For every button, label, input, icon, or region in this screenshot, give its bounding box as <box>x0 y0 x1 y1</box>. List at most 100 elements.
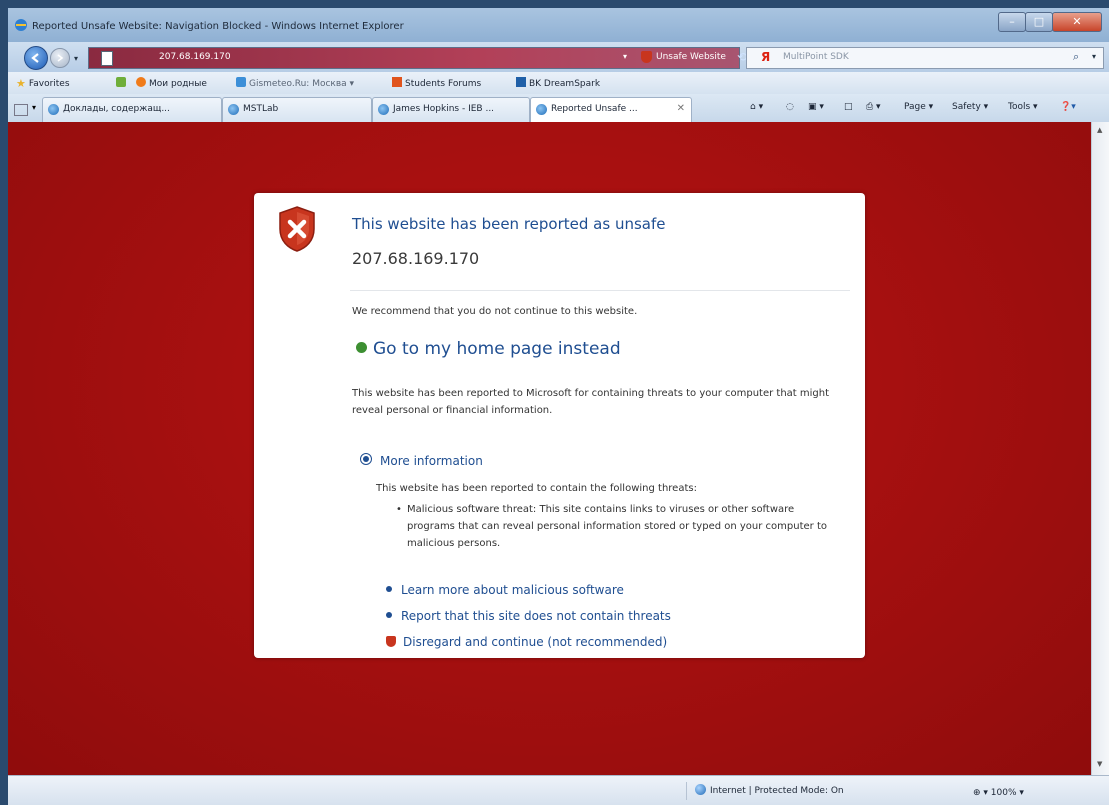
disregard-label: Disregard and continue (not recommended) <box>403 635 668 649</box>
tab-label: Доклады, содержащ... <box>63 104 170 114</box>
star-icon: ★ <box>16 77 26 90</box>
forward-button[interactable] <box>50 48 70 68</box>
scroll-up-icon[interactable]: ▲ <box>1097 126 1102 134</box>
more-information-label: More information <box>380 454 483 468</box>
close-window-button[interactable]: ✕ <box>1052 12 1102 32</box>
bullet-icon <box>386 586 392 592</box>
favorite-label: Students Forums <box>405 79 482 89</box>
feeds-icon[interactable]: ◌ <box>786 102 794 112</box>
back-arrow-icon <box>31 53 39 63</box>
dreamspark-favicon-icon <box>516 77 526 87</box>
minimize-button[interactable]: – <box>998 12 1026 32</box>
unsafe-warning-panel: This website has been reported as unsafe… <box>254 193 865 658</box>
zoom-level: 100% <box>990 788 1017 798</box>
unsafe-badge-label: Unsafe Website <box>656 52 726 62</box>
home-icon[interactable]: ⌂ ▾ <box>750 102 763 112</box>
tab-label: Reported Unsafe ... <box>551 104 638 114</box>
threats-intro: This website has been reported to contai… <box>376 483 697 494</box>
stop-page-icon[interactable]: □ <box>844 102 853 112</box>
tab-mstlab[interactable]: MSTLab <box>222 97 372 122</box>
internet-zone-icon <box>695 784 706 795</box>
recent-pages-dropdown[interactable]: ▾ <box>74 54 78 63</box>
disregard-continue-link[interactable]: Disregard and continue (not recommended) <box>386 635 667 649</box>
ie-page-icon <box>536 104 547 115</box>
threat-detail: • Malicious software threat: This site co… <box>396 501 827 552</box>
collapse-icon <box>360 453 372 465</box>
tab-label: MSTLab <box>243 104 279 114</box>
maximize-button[interactable]: □ <box>1025 12 1053 32</box>
warning-headline: This website has been reported as unsafe <box>352 215 666 233</box>
tab-doklady[interactable]: Доклады, содержащ... <box>42 97 222 122</box>
tab-label: James Hopkins - IEB ... <box>393 104 495 114</box>
favorite-label: BK DreamSpark <box>529 79 601 89</box>
favorite-link-gismeteo[interactable]: Gismeteo.Ru: Москва ▾ <box>236 77 354 89</box>
add-to-favorites-icon <box>116 77 126 87</box>
read-mail-icon[interactable]: ▣ ▾ <box>808 102 824 112</box>
security-zone-label: Internet | Protected Mode: On <box>710 786 844 796</box>
scroll-down-icon[interactable]: ▼ <box>1097 760 1102 768</box>
zoom-control[interactable]: ⊕ ▾ 100% ▾ <box>973 788 1024 798</box>
favorites-label: Favorites <box>28 79 70 89</box>
bullet-icon: • <box>396 504 402 515</box>
search-placeholder[interactable]: MultiPoint SDK <box>783 52 849 62</box>
recommendation-text: We recommend that you do not continue to… <box>352 306 638 317</box>
tab-bar: ▾ Доклады, содержащ... MSTLab James Hopk… <box>8 94 1109 123</box>
weather-favicon-icon <box>236 77 246 87</box>
home-favicon-icon <box>136 77 146 87</box>
safety-menu[interactable]: Safety ▾ <box>952 102 988 112</box>
ie-page-icon <box>228 104 239 115</box>
add-favorites-icon[interactable] <box>116 77 129 89</box>
ie-logo-icon <box>15 19 27 31</box>
help-icon[interactable]: ❓▾ <box>1060 102 1076 112</box>
go-home-label: Go to my home page instead <box>373 339 621 359</box>
reported-description: This website has been reported to Micros… <box>352 388 830 416</box>
address-url[interactable]: 207.68.169.170 <box>159 52 231 62</box>
green-check-icon <box>356 342 367 353</box>
forward-arrow-icon <box>57 54 64 62</box>
yandex-provider-icon: Я <box>761 50 771 64</box>
bullet-icon <box>386 612 392 618</box>
tab-list-dropdown[interactable]: ▾ <box>32 103 36 112</box>
vertical-scrollbar[interactable]: ▲ ▼ <box>1091 122 1109 775</box>
learn-more-link[interactable]: Learn more about malicious software <box>386 583 624 597</box>
more-information-toggle[interactable]: More information <box>360 453 483 468</box>
ie-page-icon <box>48 104 59 115</box>
address-bar[interactable]: 207.68.169.170 ▾ Unsafe Website ⟲ ✕ <box>88 47 773 69</box>
favorite-link-students-forums[interactable]: Students Forums <box>392 77 481 89</box>
favorite-label: Gismeteo.Ru: Москва <box>249 79 347 89</box>
unsafe-shield-icon <box>641 51 652 63</box>
browser-window: Reported Unsafe Website: Navigation Bloc… <box>8 8 1109 805</box>
favorites-bar: ★ Favorites Мои родные Gismeteo.Ru: Москв… <box>8 72 1109 95</box>
search-box[interactable]: Я MultiPoint SDK ⌕ ▾ <box>746 47 1104 69</box>
quick-tabs-icon[interactable] <box>14 104 28 116</box>
favorite-link-dreamspark[interactable]: BK DreamSpark <box>516 77 600 89</box>
divider <box>350 290 850 291</box>
search-icon[interactable]: ⌕ <box>1073 50 1079 64</box>
search-options-dropdown[interactable]: ▾ <box>1092 52 1096 61</box>
window-title: Reported Unsafe Website: Navigation Bloc… <box>32 21 404 32</box>
ie-page-icon <box>378 104 389 115</box>
danger-shield-small-icon <box>386 636 396 647</box>
back-button[interactable] <box>24 46 48 70</box>
report-safe-link[interactable]: Report that this site does not contain t… <box>386 609 671 623</box>
threat-detail-text: Malicious software threat: This site con… <box>407 504 827 549</box>
security-zone[interactable]: Internet | Protected Mode: On <box>686 782 844 800</box>
close-tab-icon[interactable]: ✕ <box>677 103 685 114</box>
tab-reported-unsafe[interactable]: Reported Unsafe ... ✕ <box>530 97 692 122</box>
report-safe-label: Report that this site does not contain t… <box>401 609 671 623</box>
tab-james-hopkins[interactable]: James Hopkins - IEB ... <box>372 97 530 122</box>
title-bar: Reported Unsafe Website: Navigation Bloc… <box>8 8 1109 42</box>
page-icon <box>101 51 113 66</box>
forum-favicon-icon <box>392 77 402 87</box>
go-home-link[interactable]: Go to my home page instead <box>356 339 621 359</box>
print-icon[interactable]: ⎙ ▾ <box>866 102 881 112</box>
favorite-link-moi-rodnye[interactable]: Мои родные <box>136 77 207 89</box>
blocked-site-address: 207.68.169.170 <box>352 249 480 268</box>
address-dropdown[interactable]: ▾ <box>623 52 627 61</box>
page-menu[interactable]: Page ▾ <box>904 102 933 112</box>
tools-menu[interactable]: Tools ▾ <box>1008 102 1038 112</box>
zoom-icon: ⊕ ▾ <box>973 788 988 798</box>
danger-shield-icon <box>279 206 315 252</box>
favorites-button[interactable]: ★ Favorites <box>16 77 70 90</box>
favorite-label: Мои родные <box>149 79 207 89</box>
